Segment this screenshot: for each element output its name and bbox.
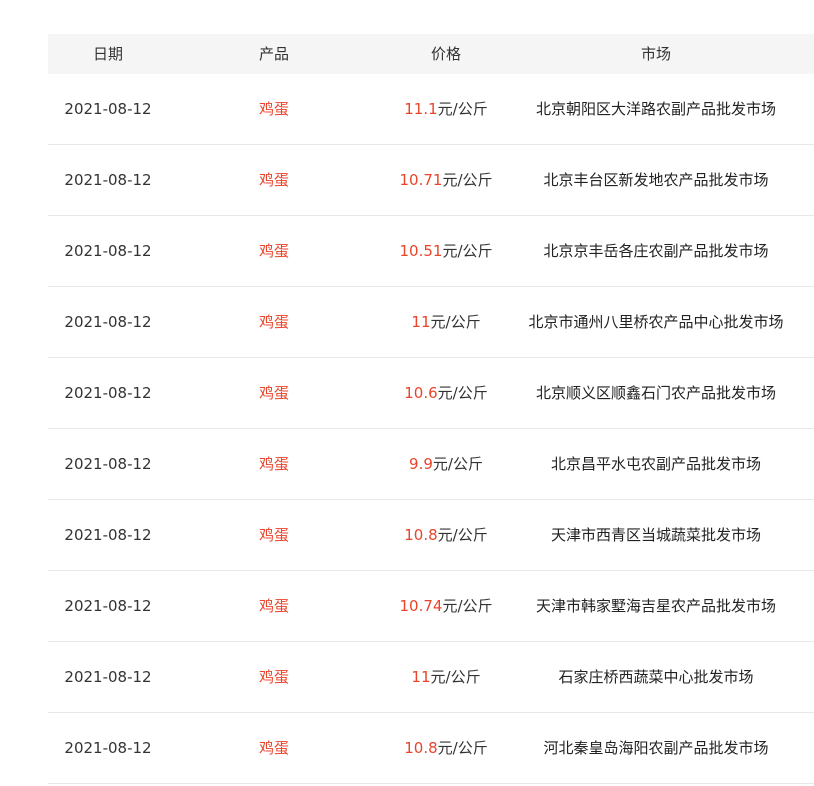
market-cell: 河北秦皇岛海阳农副产品批发市场	[543, 739, 769, 757]
header-product: 产品	[258, 45, 289, 63]
date-cell: 2021-08-12	[64, 455, 152, 473]
price-cell: 10.6元/公斤	[380, 383, 512, 403]
date-cell: 2021-08-12	[64, 100, 152, 118]
table-row: 2021-08-12 鸡蛋 9.9元/公斤 北京昌平水屯农副产品批发市场	[48, 429, 814, 500]
date-cell: 2021-08-12	[64, 739, 152, 757]
price-unit: 元/公斤	[432, 455, 483, 473]
price-value: 10.6	[404, 384, 438, 402]
product-link[interactable]: 鸡蛋	[168, 312, 380, 332]
price-cell: 11元/公斤	[380, 312, 512, 332]
date-cell: 2021-08-12	[64, 313, 152, 331]
price-value: 11.1	[404, 100, 438, 118]
product-link[interactable]: 鸡蛋	[168, 738, 380, 758]
market-cell: 北京朝阳区大洋路农副产品批发市场	[535, 100, 776, 118]
price-value: 11	[411, 313, 431, 331]
date-cell: 2021-08-12	[64, 242, 152, 260]
price-value: 10.8	[404, 739, 438, 757]
price-cell: 10.8元/公斤	[380, 525, 512, 545]
table-row: 2021-08-12 鸡蛋 10.51元/公斤 北京京丰岳各庄农副产品批发市场	[48, 216, 814, 287]
price-cell: 10.74元/公斤	[380, 596, 512, 616]
price-value: 11	[411, 668, 431, 686]
date-cell: 2021-08-12	[64, 384, 152, 402]
table-row: 2021-08-12 鸡蛋 10.8元/公斤 河北秦皇岛海阳农副产品批发市场	[48, 713, 814, 784]
price-cell: 10.51元/公斤	[380, 241, 512, 261]
table-row: 2021-08-12 鸡蛋 11元/公斤 石家庄桥西蔬菜中心批发市场	[48, 642, 814, 713]
header-market: 市场	[640, 45, 671, 63]
table-row: 2021-08-12 鸡蛋 10.74元/公斤 天津市韩家墅海吉星农产品批发市场	[48, 571, 814, 642]
header-price: 价格	[430, 45, 461, 63]
market-cell: 北京顺义区顺鑫石门农产品批发市场	[535, 384, 776, 402]
price-unit: 元/公斤	[442, 597, 493, 615]
price-cell: 9.9元/公斤	[380, 454, 512, 474]
price-cell: 11元/公斤	[380, 667, 512, 687]
table-row: 2021-08-12 鸡蛋 11元/公斤 北京市通州八里桥农产品中心批发市场	[48, 287, 814, 358]
price-unit: 元/公斤	[430, 313, 481, 331]
date-cell: 2021-08-12	[64, 526, 152, 544]
product-link[interactable]: 鸡蛋	[168, 596, 380, 616]
table-row: 2021-08-12 鸡蛋 11.1元/公斤 北京朝阳区大洋路农副产品批发市场	[48, 74, 814, 145]
price-cell: 10.8元/公斤	[380, 738, 512, 758]
price-unit: 元/公斤	[442, 171, 493, 189]
market-cell: 天津市韩家墅海吉星农产品批发市场	[535, 597, 776, 615]
market-cell: 北京丰台区新发地农产品批发市场	[543, 171, 769, 189]
price-value: 9.9	[409, 455, 433, 473]
price-value: 10.71	[399, 171, 443, 189]
table-header: 日期 产品 价格 市场	[48, 34, 814, 74]
market-cell: 北京京丰岳各庄农副产品批发市场	[543, 242, 769, 260]
date-cell: 2021-08-12	[64, 171, 152, 189]
product-link[interactable]: 鸡蛋	[168, 383, 380, 403]
table-row: 2021-08-12 鸡蛋 10.8元/公斤 天津市西青区当城蔬菜批发市场	[48, 500, 814, 571]
market-cell: 石家庄桥西蔬菜中心批发市场	[558, 668, 754, 686]
product-link[interactable]: 鸡蛋	[168, 667, 380, 687]
price-unit: 元/公斤	[437, 100, 488, 118]
product-link[interactable]: 鸡蛋	[168, 454, 380, 474]
price-table: 日期 产品 价格 市场 2021-08-12 鸡蛋 11.1元/公斤 北京朝阳区大洋路…	[48, 34, 814, 784]
date-cell: 2021-08-12	[64, 597, 152, 615]
price-cell: 11.1元/公斤	[380, 99, 512, 119]
market-cell: 北京昌平水屯农副产品批发市场	[550, 455, 761, 473]
product-link[interactable]: 鸡蛋	[168, 170, 380, 190]
price-unit: 元/公斤	[437, 739, 488, 757]
price-unit: 元/公斤	[442, 242, 493, 260]
product-link[interactable]: 鸡蛋	[168, 241, 380, 261]
date-cell: 2021-08-12	[64, 668, 152, 686]
header-date: 日期	[92, 45, 123, 63]
table-row: 2021-08-12 鸡蛋 10.71元/公斤 北京丰台区新发地农产品批发市场	[48, 145, 814, 216]
product-link[interactable]: 鸡蛋	[168, 99, 380, 119]
price-unit: 元/公斤	[437, 526, 488, 544]
market-cell: 北京市通州八里桥农产品中心批发市场	[528, 313, 784, 331]
table-body: 2021-08-12 鸡蛋 11.1元/公斤 北京朝阳区大洋路农副产品批发市场 2021…	[48, 74, 814, 784]
table-row: 2021-08-12 鸡蛋 10.6元/公斤 北京顺义区顺鑫石门农产品批发市场	[48, 358, 814, 429]
market-cell: 天津市西青区当城蔬菜批发市场	[550, 526, 761, 544]
price-value: 10.8	[404, 526, 438, 544]
price-cell: 10.71元/公斤	[380, 170, 512, 190]
price-unit: 元/公斤	[430, 668, 481, 686]
price-value: 10.51	[399, 242, 443, 260]
product-link[interactable]: 鸡蛋	[168, 525, 380, 545]
price-value: 10.74	[399, 597, 443, 615]
price-unit: 元/公斤	[437, 384, 488, 402]
